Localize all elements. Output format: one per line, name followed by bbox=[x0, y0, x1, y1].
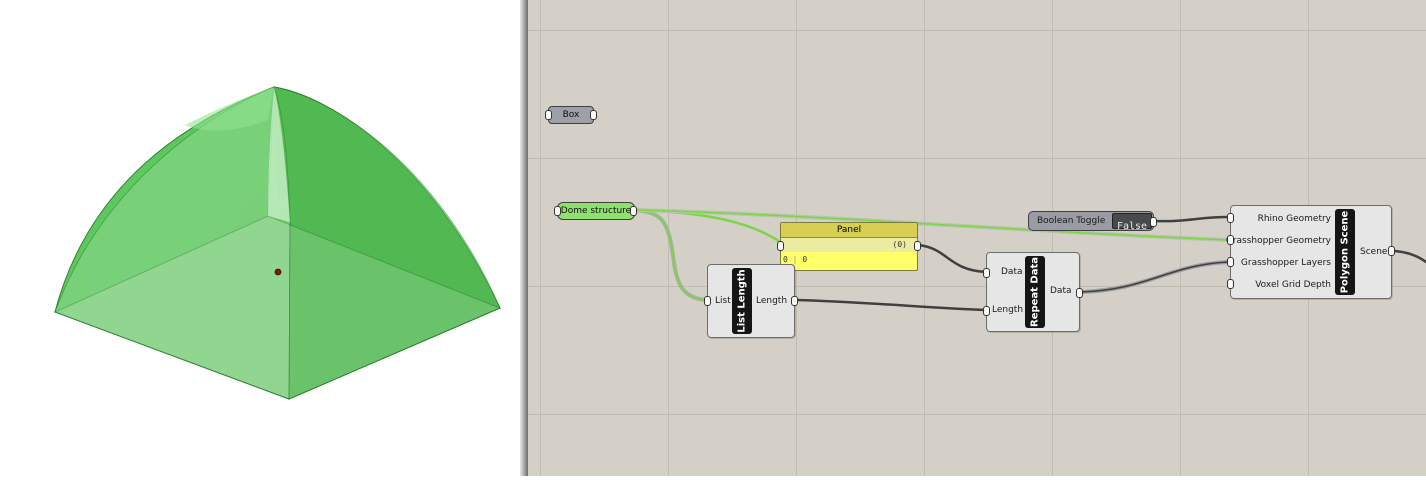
panel-input-grip[interactable] bbox=[777, 241, 784, 251]
repeat-data-output-grip[interactable] bbox=[1076, 288, 1083, 298]
panel-component[interactable]: Panel (0) 0 | 0 bbox=[780, 222, 918, 271]
list-length-component[interactable]: List List Length Length bbox=[707, 264, 795, 338]
boolean-toggle-output-grip[interactable] bbox=[1150, 217, 1157, 227]
panel-output-grip[interactable] bbox=[914, 241, 921, 251]
repeat-data-input-grip-length[interactable] bbox=[983, 306, 990, 316]
list-length-title-bar: List Length bbox=[732, 268, 752, 334]
dome-front-left bbox=[54, 86, 291, 400]
repeat-data-input-data: Data bbox=[1001, 267, 1023, 277]
polygon-scene-title-bar: Polygon Scene bbox=[1335, 209, 1355, 295]
list-length-title: List Length bbox=[736, 269, 748, 333]
panel-title: Panel bbox=[836, 225, 862, 235]
panel-splitter[interactable] bbox=[520, 0, 528, 476]
polygon-scene-input-grip-1[interactable] bbox=[1227, 213, 1234, 223]
repeat-data-output-label: Data bbox=[1050, 286, 1072, 296]
panel-row-value: 0 bbox=[802, 255, 808, 264]
dome-structure-label: Dome structure bbox=[560, 206, 632, 216]
dome-input-grip[interactable] bbox=[554, 206, 561, 216]
polygon-scene-input-grip-2[interactable] bbox=[1227, 235, 1234, 245]
wire-scene-output bbox=[1392, 249, 1426, 264]
polygon-scene-input-voxel-grid-depth: Voxel Grid Depth bbox=[1255, 280, 1331, 290]
repeat-data-title: Repeat Data bbox=[1029, 256, 1041, 328]
repeat-data-title-bar: Repeat Data bbox=[1025, 256, 1045, 328]
boolean-toggle-value: False bbox=[1116, 221, 1148, 232]
wire-repeat-to-scene bbox=[1078, 260, 1230, 294]
wire-length-to-repeat bbox=[794, 298, 988, 312]
list-length-output-grip[interactable] bbox=[791, 296, 798, 306]
repeat-data-component[interactable]: Data Length Repeat Data Data bbox=[986, 252, 1080, 332]
object-origin-point bbox=[274, 268, 282, 276]
box-output-grip[interactable] bbox=[590, 110, 597, 120]
dome-output-grip[interactable] bbox=[630, 206, 637, 216]
panel-title-bar: Panel bbox=[781, 223, 917, 238]
polygon-scene-component[interactable]: Rhino Geometry Grasshopper Geometry Gras… bbox=[1226, 205, 1392, 299]
list-length-output-label: Length bbox=[756, 296, 788, 306]
panel-row-index: 0 bbox=[783, 255, 788, 264]
boolean-toggle-value-box[interactable]: False bbox=[1112, 213, 1152, 232]
polygon-scene-output-grip[interactable] bbox=[1388, 246, 1395, 256]
panel-path-row: (0) bbox=[781, 238, 917, 252]
polygon-scene-title: Polygon Scene bbox=[1339, 210, 1351, 294]
box-label: Box bbox=[562, 110, 580, 120]
list-length-input-grip[interactable] bbox=[704, 296, 711, 306]
repeat-data-input-grip-data[interactable] bbox=[983, 268, 990, 278]
boolean-toggle-label: Boolean Toggle bbox=[1037, 216, 1106, 226]
box-param[interactable]: Box bbox=[548, 106, 594, 124]
dome-structure-render bbox=[53, 86, 502, 400]
polygon-scene-input-grip-4[interactable] bbox=[1227, 279, 1234, 289]
polygon-scene-input-grasshopper-layers: Grasshopper Layers bbox=[1240, 258, 1331, 268]
dome-structure-param[interactable]: Dome structure bbox=[557, 202, 635, 220]
grasshopper-canvas[interactable]: Box Dome structure Panel (0) 0 | 0 List … bbox=[528, 0, 1426, 476]
polygon-scene-output-label: Scene bbox=[1360, 247, 1388, 257]
polygon-scene-input-grip-3[interactable] bbox=[1227, 257, 1234, 267]
wire-dome-to-list bbox=[632, 208, 708, 302]
panel-data-row: 0 | 0 bbox=[783, 255, 808, 264]
polygon-scene-input-rhino-geometry: Rhino Geometry bbox=[1257, 214, 1331, 224]
repeat-data-input-length: Length bbox=[992, 305, 1024, 315]
polygon-scene-input-grasshopper-geometry: Grasshopper Geometry bbox=[1225, 236, 1331, 246]
panel-path: (0) bbox=[892, 240, 907, 249]
list-length-input-label: List bbox=[715, 296, 731, 306]
wire-panel-to-repeat bbox=[916, 243, 988, 274]
rhino-viewport[interactable] bbox=[0, 0, 520, 476]
dome-front-right bbox=[273, 86, 501, 400]
wire-toggle-to-scene bbox=[1153, 215, 1230, 223]
box-input-grip[interactable] bbox=[545, 110, 552, 120]
boolean-toggle[interactable]: Boolean Toggle False bbox=[1028, 211, 1154, 232]
